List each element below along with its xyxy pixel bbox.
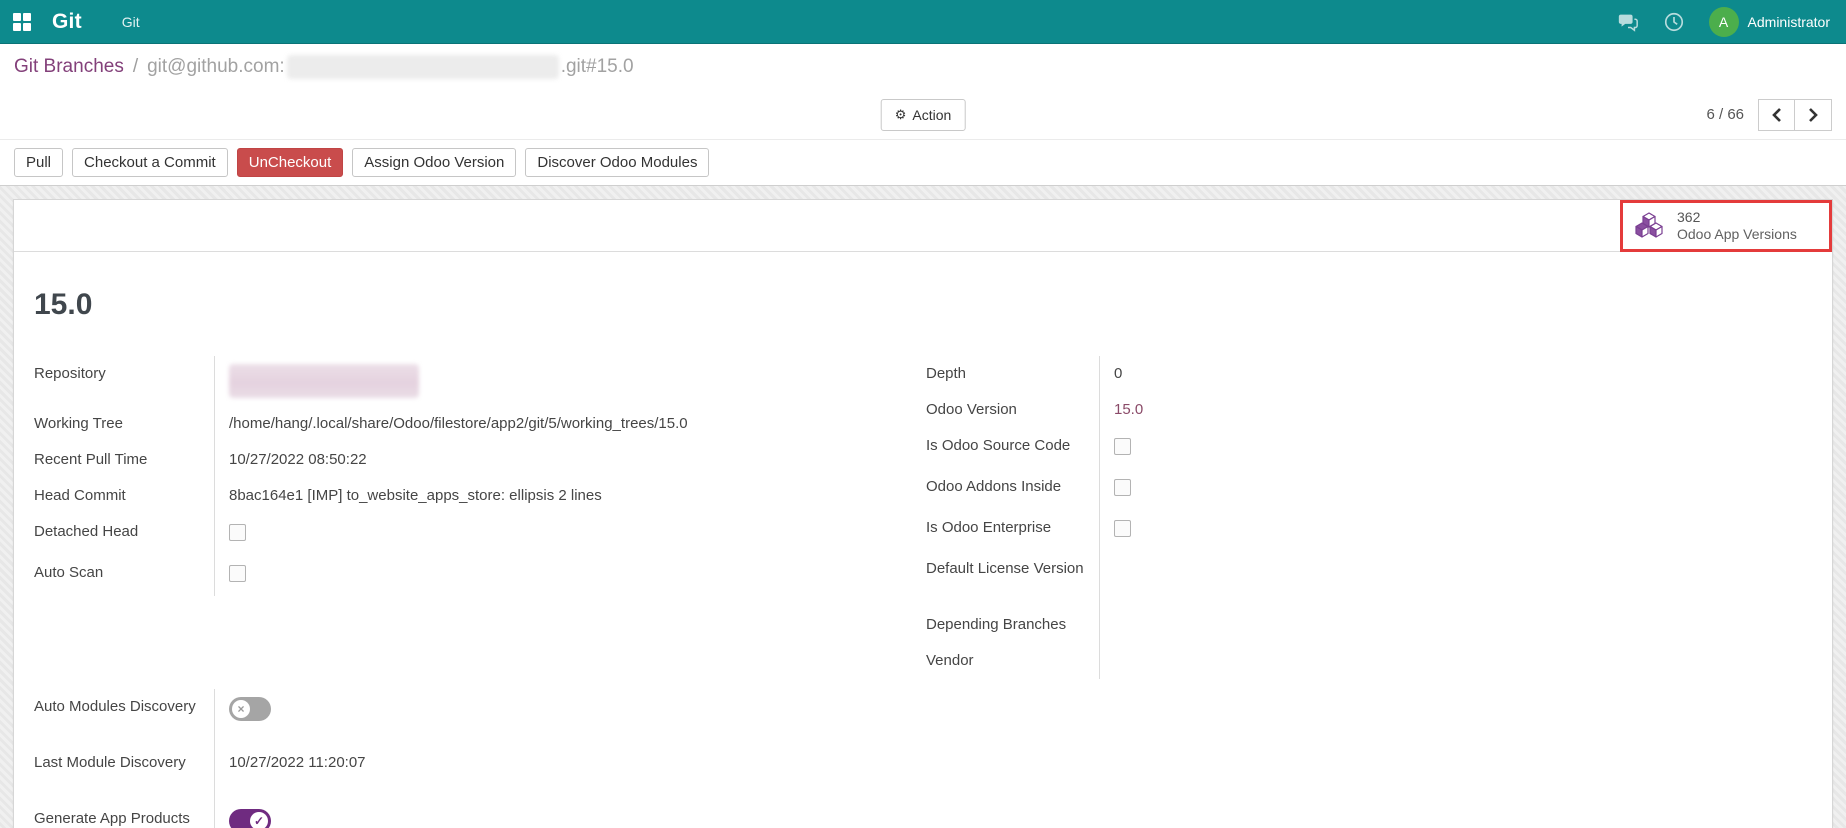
- pager-value[interactable]: 6 / 66: [1706, 106, 1744, 123]
- default-license-version-value: [1099, 551, 1356, 607]
- toggle-check-icon: ✓: [250, 812, 268, 828]
- repository-redacted-link[interactable]: [229, 364, 419, 398]
- depending-branches-value: [1099, 607, 1356, 643]
- field-row-depending-branches: Depending Branches: [926, 607, 1356, 643]
- vendor-value: [1099, 643, 1356, 679]
- is-odoo-enterprise-checkbox[interactable]: [1114, 520, 1131, 537]
- action-button[interactable]: ⚙ Action: [880, 98, 966, 131]
- breadcrumb: Git Branches / git@github.com: .git#15.0: [0, 44, 1846, 90]
- assign-odoo-version-button[interactable]: Assign Odoo Version: [352, 148, 517, 177]
- stat-button-value: 362: [1677, 209, 1701, 225]
- field-label: Auto Modules Discovery: [34, 698, 196, 715]
- field-label: Depending Branches: [926, 616, 1067, 633]
- field-label: Generate App Products: [34, 810, 190, 827]
- content-background: 362 Odoo App Versions 15.0 Repository Wo…: [0, 186, 1846, 828]
- field-row-odoo-version: Odoo Version 15.0: [926, 392, 1356, 428]
- working-tree-value: /home/hang/.local/share/Odoo/filestore/a…: [214, 406, 886, 442]
- form-statusbar: Pull Checkout a Commit UnCheckout Assign…: [0, 140, 1846, 186]
- field-row-odoo-addons-inside: Odoo Addons Inside: [926, 469, 1356, 510]
- field-label: Vendor: [926, 652, 974, 669]
- odoo-app-cubes-icon: [1635, 212, 1663, 238]
- user-menu[interactable]: A Administrator: [1708, 6, 1830, 37]
- head-commit-value: 8bac164e1 [IMP] to_website_apps_store: e…: [214, 478, 886, 514]
- button-box: 362 Odoo App Versions: [14, 200, 1832, 252]
- field-row-vendor: Vendor: [926, 643, 1356, 679]
- field-label: Head Commit: [34, 487, 126, 504]
- field-label: Is Odoo Enterprise: [926, 519, 1052, 536]
- field-label: Odoo Version: [926, 401, 1017, 418]
- field-group-bottom: Auto Modules Discovery × Last Module Dis…: [34, 689, 886, 828]
- recent-pull-time-value: 10/27/2022 08:50:22: [214, 442, 886, 478]
- field-row-last-module-discovery: Last Module Discovery 10/27/2022 11:20:0…: [34, 745, 886, 801]
- breadcrumb-current-suffix: .git#15.0: [560, 56, 634, 77]
- nav-menu-git[interactable]: Git: [122, 14, 140, 30]
- field-row-repository: Repository: [34, 356, 886, 406]
- last-module-discovery-value: 10/27/2022 11:20:07: [214, 745, 886, 801]
- pager-next-button[interactable]: [1795, 98, 1832, 131]
- field-row-is-odoo-source-code: Is Odoo Source Code: [926, 428, 1356, 469]
- field-row-head-commit: Head Commit 8bac164e1 [IMP] to_website_a…: [34, 478, 886, 514]
- odoo-app-versions-stat-button[interactable]: 362 Odoo App Versions: [1620, 200, 1832, 252]
- breadcrumb-redacted-segment: [286, 55, 559, 79]
- generate-app-products-toggle[interactable]: ✓: [229, 809, 271, 828]
- form-sheet: 362 Odoo App Versions 15.0 Repository Wo…: [13, 199, 1833, 828]
- field-row-is-odoo-enterprise: Is Odoo Enterprise: [926, 510, 1356, 551]
- field-row-default-license-version: Default License Version: [926, 551, 1356, 607]
- pull-button[interactable]: Pull: [14, 148, 64, 177]
- auto-scan-checkbox[interactable]: [229, 565, 246, 582]
- activities-clock-icon[interactable]: [1663, 11, 1685, 33]
- field-label: Working Tree: [34, 415, 123, 432]
- field-label: Default License Version: [926, 560, 1084, 577]
- field-row-generate-app-products: Generate App Products ✓: [34, 801, 886, 828]
- field-row-auto-scan: Auto Scan: [34, 555, 886, 596]
- checkout-commit-button[interactable]: Checkout a Commit: [72, 148, 228, 177]
- field-group-left: Repository Working Tree /home/hang/.loca…: [34, 356, 886, 679]
- avatar: A: [1708, 6, 1739, 37]
- breadcrumb-separator: /: [132, 56, 139, 77]
- field-row-recent-pull-time: Recent Pull Time 10/27/2022 08:50:22: [34, 442, 886, 478]
- is-odoo-source-code-checkbox[interactable]: [1114, 438, 1131, 455]
- breadcrumb-current-prefix: git@github.com:: [147, 56, 285, 77]
- field-label: Depth: [926, 365, 967, 382]
- top-navbar: Git Git A Administrator: [0, 0, 1846, 44]
- field-row-detached-head: Detached Head: [34, 514, 886, 555]
- field-row-depth: Depth 0: [926, 356, 1356, 392]
- messages-icon[interactable]: [1617, 11, 1639, 33]
- uncheckout-button[interactable]: UnCheckout: [236, 148, 344, 177]
- control-panel: ⚙ Action 6 / 66: [0, 90, 1846, 140]
- pager-previous-button[interactable]: [1758, 98, 1795, 131]
- apps-menu-icon[interactable]: [0, 0, 44, 44]
- discover-odoo-modules-button[interactable]: Discover Odoo Modules: [525, 148, 710, 177]
- toggle-x-icon: ×: [232, 700, 250, 718]
- odoo-addons-inside-checkbox[interactable]: [1114, 479, 1131, 496]
- field-row-working-tree: Working Tree /home/hang/.local/share/Odo…: [34, 406, 886, 442]
- action-button-label: Action: [912, 106, 952, 123]
- odoo-version-link[interactable]: 15.0: [1114, 401, 1143, 418]
- field-label: Detached Head: [34, 523, 139, 540]
- auto-modules-discovery-toggle[interactable]: ×: [229, 697, 271, 721]
- record-title: 15.0: [34, 288, 93, 321]
- app-brand[interactable]: Git: [52, 10, 82, 34]
- field-label: Auto Scan: [34, 564, 104, 581]
- field-label: Repository: [34, 365, 106, 382]
- pager: 6 / 66: [1706, 98, 1832, 131]
- breadcrumb-parent-link[interactable]: Git Branches: [14, 56, 124, 78]
- field-label: Is Odoo Source Code: [926, 437, 1071, 454]
- field-label: Last Module Discovery: [34, 754, 186, 771]
- field-label: Recent Pull Time: [34, 451, 148, 468]
- field-group-right: Depth 0 Odoo Version 15.0 Is Odoo Source…: [926, 356, 1356, 679]
- stat-button-label: Odoo App Versions: [1677, 226, 1797, 242]
- field-row-auto-modules-discovery: Auto Modules Discovery ×: [34, 689, 886, 745]
- gear-icon: ⚙: [894, 106, 907, 122]
- chevron-left-icon: [1771, 107, 1781, 122]
- depth-value: 0: [1099, 356, 1356, 392]
- user-name: Administrator: [1747, 13, 1830, 30]
- chevron-right-icon: [1809, 107, 1818, 122]
- field-label: Odoo Addons Inside: [926, 478, 1062, 495]
- detached-head-checkbox[interactable]: [229, 524, 246, 541]
